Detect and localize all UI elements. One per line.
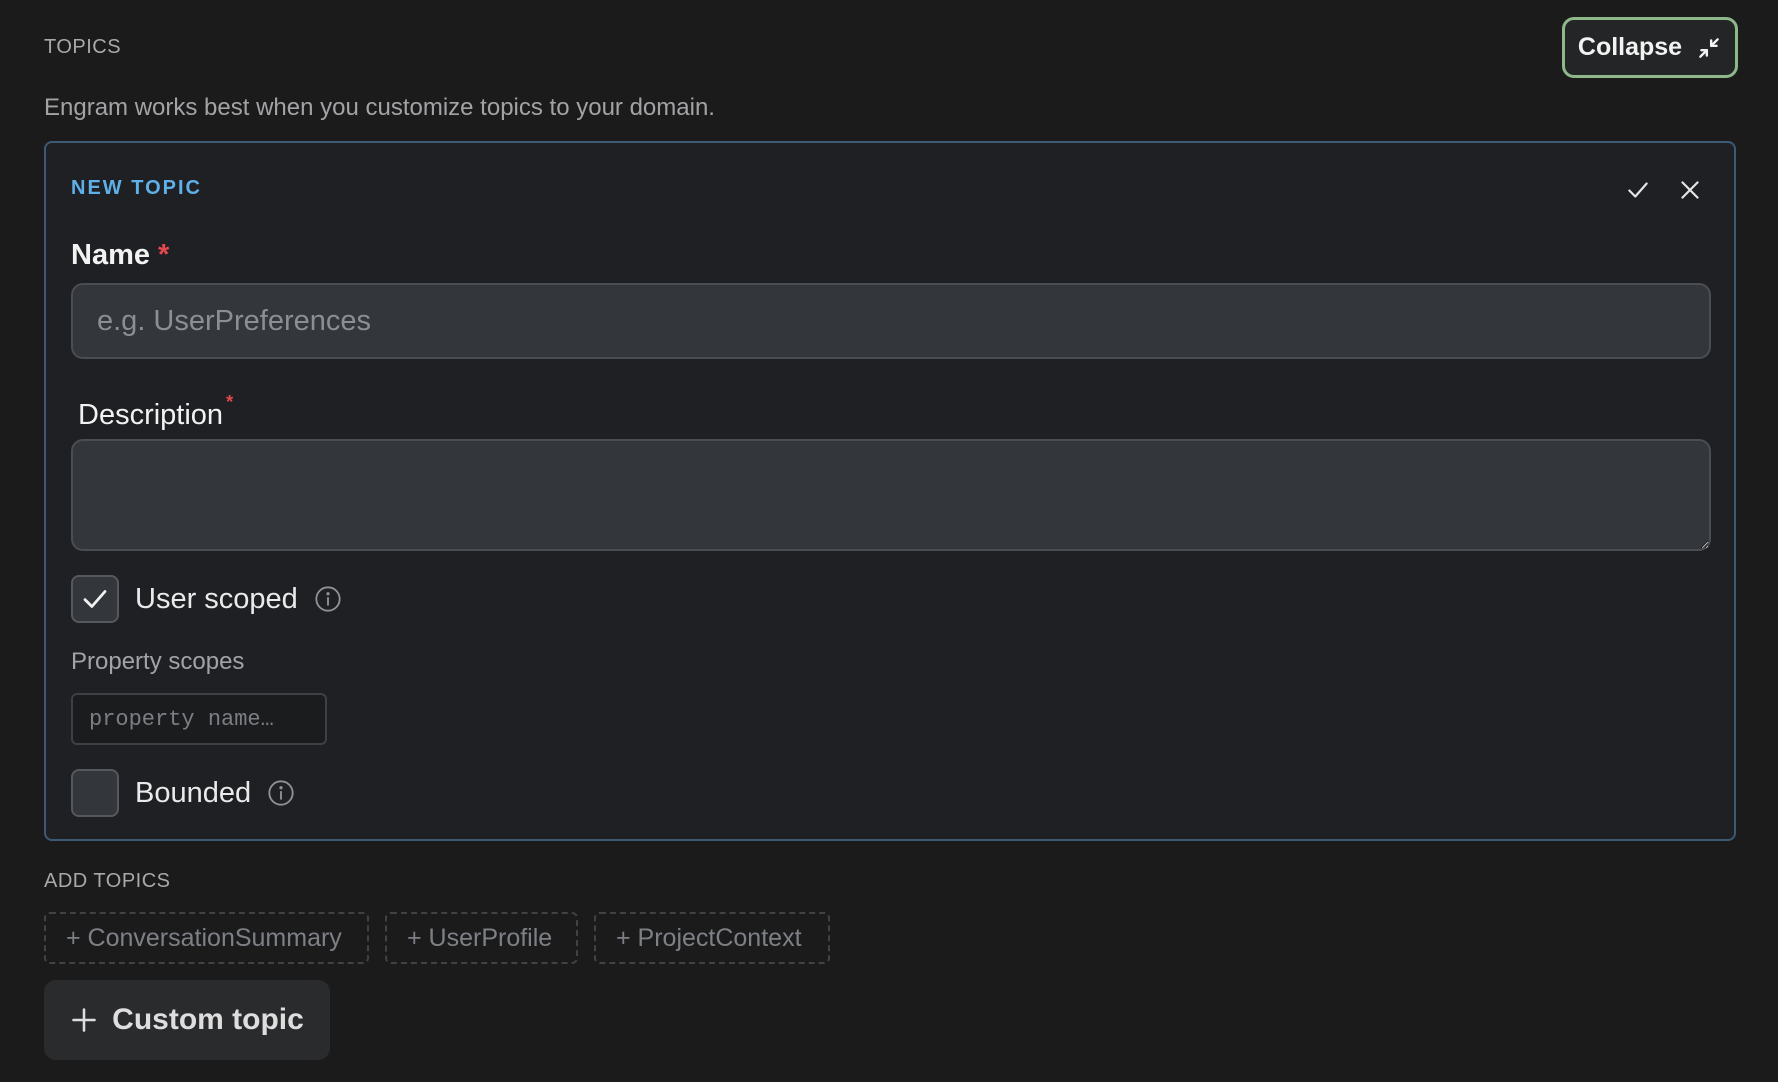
user-scoped-checkbox[interactable] [71,575,119,623]
required-marker: * [158,239,170,271]
topics-panel: TOPICS Collapse Engram works best when y… [0,0,1778,1082]
user-scoped-row[interactable]: User scoped [71,575,342,623]
checkmark-icon [83,590,107,608]
add-topic-chip-user-profile[interactable]: + UserProfile [385,912,578,964]
collapse-button[interactable]: Collapse [1562,17,1738,78]
description-label-text: Description [78,399,224,431]
check-icon [1628,182,1648,198]
required-marker: * [226,392,234,412]
close-button[interactable] [1673,173,1707,207]
collapse-icon [1696,35,1722,61]
collapse-label: Collapse [1577,33,1683,61]
bounded-label: Bounded [135,776,252,809]
topics-section-label: TOPICS [44,36,122,58]
add-topics-label: ADD TOPICS [44,870,171,892]
info-icon[interactable] [314,585,342,613]
add-topic-chip-project-context[interactable]: + ProjectContext [594,912,830,964]
bounded-row[interactable]: Bounded [71,769,295,817]
custom-topic-label: Custom topic [112,1003,304,1036]
name-label: Name * [71,239,169,272]
topics-subtitle: Engram works best when you customize top… [44,94,715,121]
property-scopes-label: Property scopes [71,648,245,675]
add-topic-chip-conversation-summary[interactable]: + ConversationSummary [44,912,369,964]
bounded-checkbox[interactable] [71,769,119,817]
new-topic-card: NEW TOPIC Name* Description* User [44,141,1736,841]
new-topic-title: NEW TOPIC [71,177,202,199]
description-label: Description * [78,392,233,432]
custom-topic-button[interactable]: Custom topic [44,980,330,1060]
info-icon[interactable] [267,779,295,807]
plus-icon [72,1008,96,1032]
description-textarea[interactable] [71,439,1711,551]
name-label-text: Name [71,239,150,271]
name-input[interactable] [71,283,1711,359]
close-icon [1681,181,1699,199]
property-name-input[interactable] [71,693,327,745]
confirm-button[interactable] [1621,173,1655,207]
user-scoped-label: User scoped [135,582,298,615]
